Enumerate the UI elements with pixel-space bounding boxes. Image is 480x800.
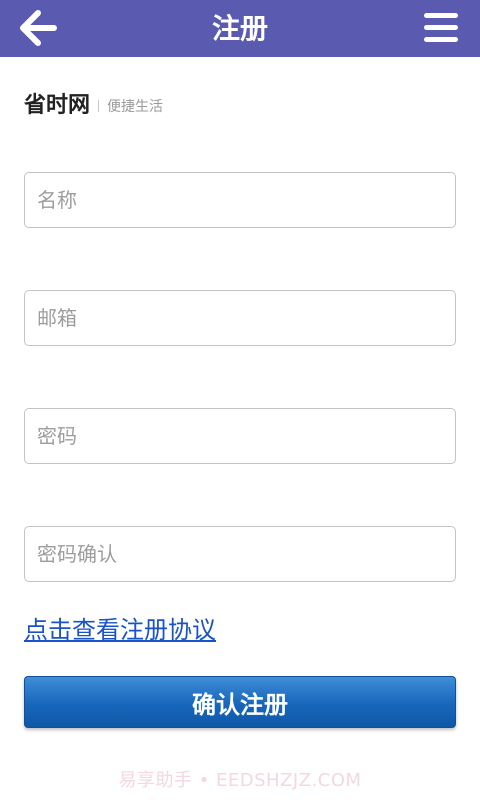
confirm-register-button[interactable]: 确认注册 [24,676,456,728]
watermark: 易享助手 • EEDSHZJZ.COM [118,770,362,791]
menu-button[interactable] [422,10,462,46]
page-title: 注册 [211,12,268,45]
site-slogan: 便捷生活 [107,99,164,115]
password-field[interactable] [24,408,456,464]
brand-header: 省时网 便捷生活 [24,86,163,120]
confirm-password-field[interactable] [24,526,456,582]
brand-divider [98,100,100,112]
name-field[interactable] [24,172,456,228]
view-agreement-link[interactable]: 点击查看注册协议 [24,610,216,645]
site-name: 省时网 [24,93,91,118]
hamburger-menu-icon [424,13,458,42]
email-field[interactable] [24,290,456,346]
header-bar: 注册 [0,0,480,57]
